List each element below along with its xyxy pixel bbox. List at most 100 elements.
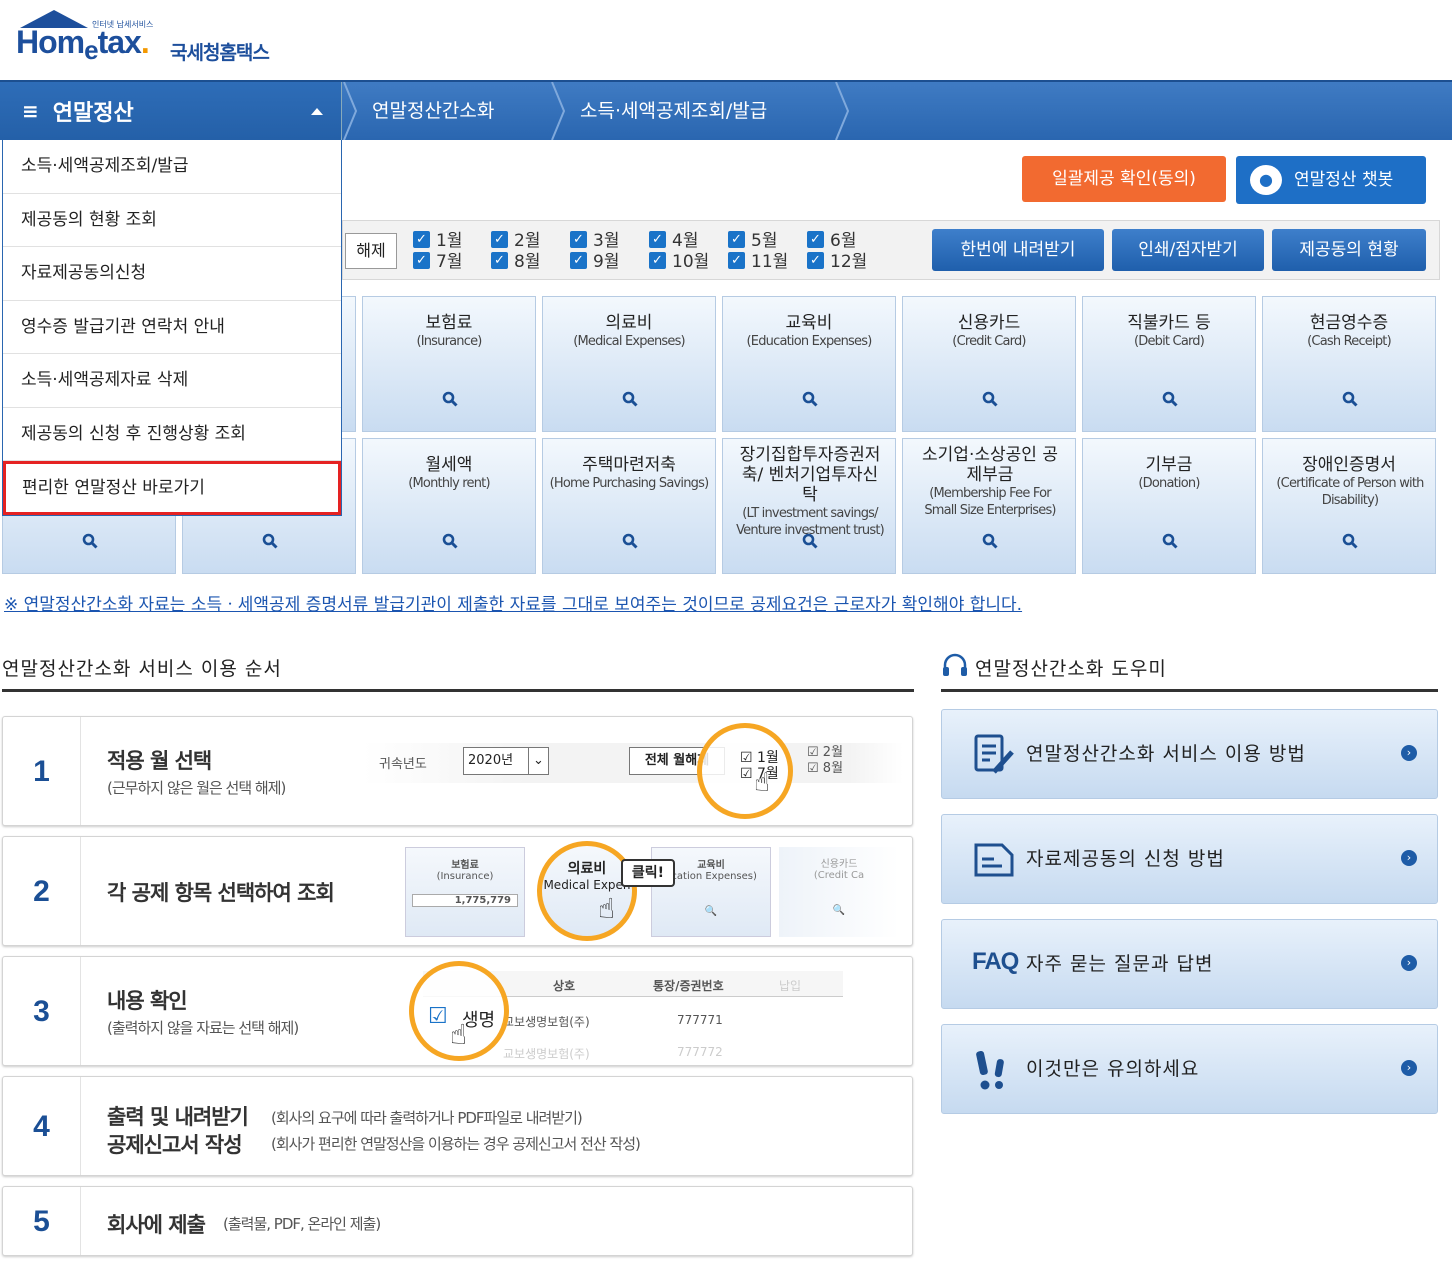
print-braille-button[interactable]: 인쇄/점자받기 [1112,229,1264,271]
month-checkbox[interactable]: ✓ 4월 [649,231,698,251]
step-illustration-tile: 보험료 (Insurance) 1,775,779 [405,847,525,937]
document-edit-icon [974,734,1014,774]
category-tile[interactable]: 소기업·소상공인 공제부금 (Membership Fee For Small S… [902,438,1076,574]
chevron-right-icon: › [1401,745,1417,761]
help-faq[interactable]: FAQ 자주 묻는 질문과 답변 › [941,919,1438,1009]
hand-cursor-icon: ☝ [450,1018,468,1051]
category-label: 신용카드 [957,313,1021,333]
breadcrumb-item[interactable]: 소득·세액공제조회/발급 [580,82,767,140]
hand-cursor-icon: ☝ [598,892,616,925]
magnifier-highlight: ☑ 1월 ☑ 7월 ☝ [697,723,793,819]
search-icon [82,533,98,549]
search-icon [1342,391,1358,407]
month-checkbox[interactable]: ✓ 11월 [728,252,788,272]
notice-link[interactable]: ※ 연말정산간소화 자료는 소득ㆍ세액공제 증명서류 발급기관이 제출한 자료를… [4,590,1022,615]
month-checkbox[interactable]: ✓ 3월 [570,231,619,251]
category-tile[interactable]: 장기집합투자증권저축/ 벤처기업투자신탁 (LT investment savin… [722,438,896,574]
month-checkbox[interactable]: ✓ 9월 [570,252,619,272]
step-4: 4 출력 및 내려받기 공제신고서 작성 (회사의 요구에 따라 출력하거나 P… [2,1076,913,1176]
step-illustration: 귀속년도 2020년 ⌄ 전체 월해제 ☑ 2월 ☑ 8월 [363,743,903,783]
step-title: 출력 및 내려받기 [107,1105,249,1129]
breadcrumb-separator-icon [343,82,358,140]
download-all-button[interactable]: 한번에 내려받기 [932,229,1104,271]
logo-korean: 국세청홈택스 [170,42,270,64]
chatbot-label: 연말정산 챗봇 [1294,170,1394,190]
month-checkbox[interactable]: ✓ 6월 [807,231,856,251]
category-tile[interactable]: 의료비 (Medical Expenses) [542,296,716,432]
category-tile[interactable]: 보험료 (Insurance) [362,296,536,432]
step-number: 5 [3,1187,81,1255]
search-icon [802,533,818,549]
category-english-label: (Home Purchasing Savings) [549,476,710,491]
year-select: 2020년 ⌄ [463,747,549,775]
headset-icon [943,653,967,676]
step-2: 2 각 공제 항목 선택하여 조회 보험료 (Insurance) 1,775,77… [2,836,913,946]
chevron-right-icon: › [1401,850,1417,866]
step-desc: (출력하지 않을 자료는 선택 해제) [107,1019,299,1037]
category-english-label: (Donation) [1138,476,1200,491]
menu-dropdown: 소득·세액공제조회/발급 제공동의 현황 조회 자료제공동의신청 영수증 발급기… [2,140,342,516]
category-label: 교육비 [785,313,833,333]
category-tile[interactable]: 교육비 (Education Expenses) [722,296,896,432]
dropdown-item-highlighted[interactable]: 편리한 연말정산 바로가기 [3,461,341,515]
magnifier-highlight: ☑ 생명 ☝ [409,961,509,1061]
search-icon [1342,533,1358,549]
category-label: 직불카드 등 [1127,313,1211,333]
category-english-label: (Insurance) [416,334,482,349]
hometax-logo[interactable]: 인터넷 납세서비스 Hometax. 국세청홈택스 [14,6,304,76]
exclamation-icon [976,1050,1004,1090]
help-label: 이것만은 유의하세요 [1026,1058,1200,1080]
faq-icon: FAQ [972,948,1019,975]
month-checkbox[interactable]: ✓ 8월 [491,252,540,272]
menu-toggle[interactable]: ≡ 연말정산 [0,82,342,140]
category-tile[interactable]: 장애인증명서 (Certificate of Person with Disabi… [1262,438,1436,574]
consent-status-button[interactable]: 제공동의 현황 [1272,229,1426,271]
year-label: 귀속년도 [379,757,427,772]
search-icon [982,533,998,549]
step-3: 3 내용 확인 (출력하지 않을 자료는 선택 해제) 상호 통장/증권번호 납… [2,956,913,1066]
month-checkbox[interactable]: ✓ 1월 [413,231,462,251]
step-desc: (출력물, PDF, 온라인 제출) [223,1215,381,1233]
checkbox-icon: ☑ [428,1004,448,1029]
step-title: 적용 월 선택 [107,749,212,773]
search-icon [442,391,458,407]
help-usage-guide[interactable]: 연말정산간소화 서비스 이용 방법 › [941,709,1438,799]
category-tile[interactable]: 기부금 (Donation) [1082,438,1256,574]
chatbot-button[interactable]: ● 연말정산 챗봇 [1236,156,1426,204]
breadcrumb-item[interactable]: 연말정산간소화 [372,82,494,140]
step-title: 공제신고서 작성 [107,1133,243,1157]
dropdown-item[interactable]: 영수증 발급기관 연락처 안내 [3,301,341,354]
month-checkbox[interactable]: ✓ 2월 [491,231,540,251]
category-english-label: (Membership Fee For Small Size Enterpris… [924,486,1056,518]
category-tile[interactable]: 신용카드 (Credit Card) [902,296,1076,432]
month-checkbox[interactable]: ✓ 10월 [649,252,709,272]
dropdown-item[interactable]: 제공동의 현황 조회 [3,194,341,247]
dropdown-item[interactable]: 제공동의 신청 후 진행상황 조회 [3,408,341,461]
dropdown-item[interactable]: 자료제공동의신청 [3,247,341,301]
helper-section-title: 연말정산간소화 도우미 [975,658,1167,680]
divider [941,689,1438,692]
step-5: 5 회사에 제출 (출력물, PDF, 온라인 제출) [2,1186,913,1256]
category-english-label: (Credit Card) [952,334,1026,349]
dropdown-item[interactable]: 소득·세액공제조회/발급 [3,140,341,194]
hand-cursor-icon: ☝ [754,768,770,798]
menu-title: 연말정산 [52,101,134,126]
category-label: 장애인증명서 [1302,455,1396,475]
release-all-button[interactable]: 해제 [345,233,397,269]
month-checkbox[interactable]: ✓ 7월 [413,252,462,272]
category-label: 월세액 [425,455,473,475]
category-tile[interactable]: 주택마련저축 (Home Purchasing Savings) [542,438,716,574]
help-consent-guide[interactable]: 자료제공동의 신청 방법 › [941,814,1438,904]
magnifier-highlight: 의료비 Medical Expen ☝ [537,841,637,941]
category-label: 기부금 [1145,455,1193,475]
step-title: 회사에 제출 [107,1213,206,1237]
month-checkbox[interactable]: ✓ 12월 [807,252,867,272]
category-tile[interactable]: 월세액 (Monthly rent) [362,438,536,574]
category-tile[interactable]: 현금영수증 (Cash Receipt) [1262,296,1436,432]
bulk-consent-button[interactable]: 일괄제공 확인(동의) [1022,156,1226,202]
category-tile[interactable]: 직불카드 등 (Debit Card) [1082,296,1256,432]
month-checkbox[interactable]: ✓ 5월 [728,231,777,251]
help-caution[interactable]: 이것만은 유의하세요 › [941,1024,1438,1114]
search-icon [262,533,278,549]
dropdown-item[interactable]: 소득·세액공제자료 삭제 [3,354,341,408]
